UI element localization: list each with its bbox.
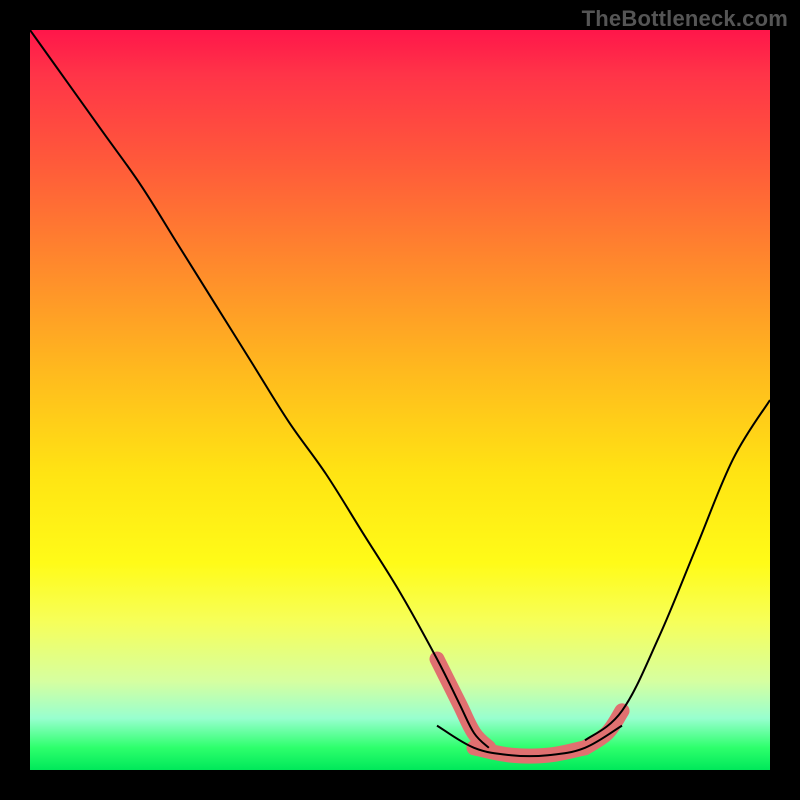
plot-area: [30, 30, 770, 770]
left-branch-curve: [30, 30, 489, 748]
watermark-text: TheBottleneck.com: [582, 6, 788, 32]
chart-stage: TheBottleneck.com: [0, 0, 800, 800]
curve-layer: [30, 30, 770, 770]
right-branch-curve: [585, 400, 770, 740]
